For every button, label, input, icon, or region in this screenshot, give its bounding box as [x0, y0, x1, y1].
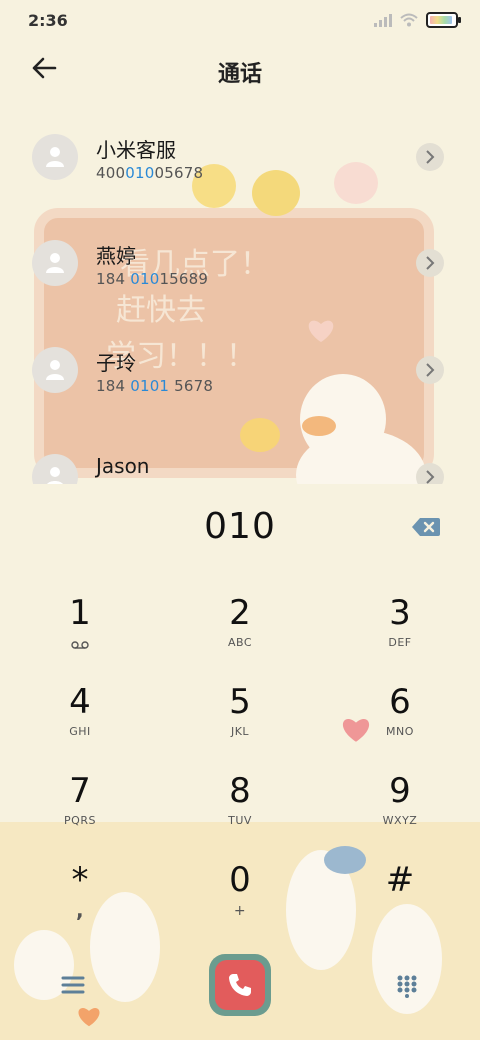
avatar [32, 134, 78, 180]
person-icon [46, 360, 64, 380]
person-icon [47, 467, 63, 484]
dial-input[interactable]: 010 [0, 506, 480, 547]
key-8[interactable]: 8 TUV [180, 770, 300, 850]
chevron-right-icon [426, 363, 435, 377]
key-9[interactable]: 9 WXYZ [340, 770, 460, 850]
contact-number: 184 01015689 [96, 270, 209, 288]
contact-name: 小米客服 [96, 138, 176, 162]
key-7[interactable]: 7 PQRS [20, 770, 140, 850]
contact-name: 燕婷 [96, 244, 136, 268]
voicemail-icon [71, 641, 89, 649]
key-hash[interactable]: # [340, 859, 460, 939]
avatar [32, 240, 78, 286]
status-time: 2:36 [28, 11, 68, 30]
contact-number: 184 0101 5678 [96, 377, 214, 395]
call-button-face [215, 960, 265, 1010]
status-icons [374, 12, 461, 28]
chevron-right-icon [426, 150, 435, 164]
contact-row[interactable]: Jason [0, 432, 480, 484]
signal-icon [374, 13, 392, 27]
chevron-right-icon [426, 470, 435, 484]
key-2[interactable]: 2 ABC [180, 592, 300, 672]
key-6[interactable]: 6 MNO [340, 681, 460, 761]
keypad-icon [397, 975, 417, 998]
contact-detail-button[interactable] [416, 463, 444, 484]
heart-icon [78, 1007, 100, 1027]
contact-name: Jason [96, 454, 150, 478]
wifi-icon [400, 13, 418, 27]
avatar [32, 347, 78, 393]
key-0[interactable]: 0 + [180, 859, 300, 939]
contact-name: 子玲 [96, 351, 136, 375]
menu-button[interactable] [60, 974, 86, 996]
person-icon [46, 147, 64, 167]
contact-number: 40001005678 [96, 164, 204, 182]
contact-row[interactable]: 燕婷 184 01015689 [0, 218, 480, 308]
key-4[interactable]: 4 GHI [20, 681, 140, 761]
key-1[interactable]: 1 [20, 592, 140, 672]
key-5[interactable]: 5 JKL [180, 681, 300, 761]
contact-detail-button[interactable] [416, 356, 444, 384]
phone-icon [229, 974, 251, 996]
avatar [32, 454, 78, 484]
contact-row[interactable]: 小米客服 40001005678 [0, 112, 480, 202]
chevron-right-icon [426, 256, 435, 270]
key-3[interactable]: 3 DEF [340, 592, 460, 672]
status-bar: 2:36 [0, 0, 480, 40]
contact-detail-button[interactable] [416, 143, 444, 171]
backspace-icon [412, 518, 440, 536]
backspace-button[interactable] [412, 517, 440, 537]
contact-detail-button[interactable] [416, 249, 444, 277]
page-title: 通话 [217, 62, 262, 87]
key-star[interactable]: *, [20, 859, 140, 939]
contact-suggestions: 看几点了！ 赶快去 学习！！！ 小米客服 40001005678 燕婷 184 … [0, 112, 480, 484]
battery-icon [426, 12, 461, 28]
keypad-toggle-button[interactable] [396, 974, 418, 998]
person-icon [46, 253, 64, 273]
menu-icon [61, 976, 85, 994]
call-button[interactable] [209, 954, 271, 1016]
contact-row[interactable]: 子玲 184 0101 5678 [0, 325, 480, 415]
